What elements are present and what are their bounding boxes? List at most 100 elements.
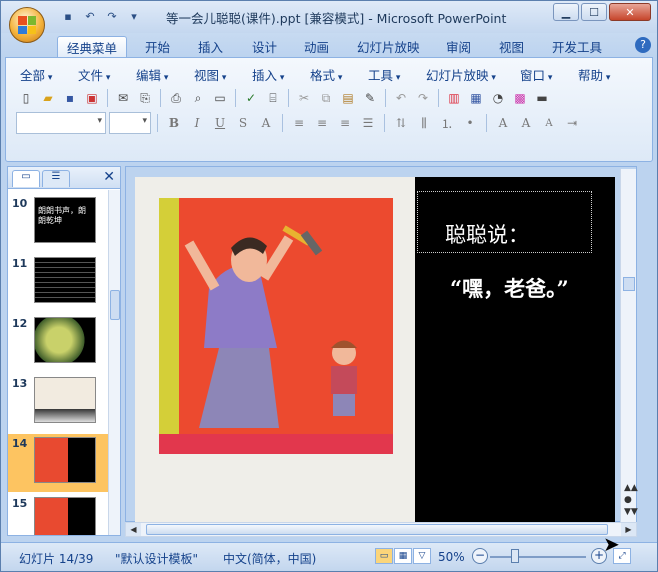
zoom-level[interactable]: 50%: [438, 550, 465, 564]
align-center-icon[interactable]: ≡: [312, 113, 332, 133]
select-browse-icon[interactable]: ●: [624, 495, 632, 505]
scroll-left-icon[interactable]: ◀: [126, 523, 141, 536]
tab-view[interactable]: 视图: [490, 36, 533, 57]
publish-icon[interactable]: ⎘: [135, 88, 155, 108]
current-slide[interactable]: 聪聪说： “嘿，老爸。”: [135, 177, 615, 522]
language-indicator[interactable]: 中文(简体，中国): [223, 550, 316, 567]
horizontal-scroll-thumb[interactable]: [146, 524, 608, 535]
menu-help[interactable]: 帮助: [578, 65, 610, 84]
next-slide-icon[interactable]: ▼▼: [624, 507, 638, 517]
shapes-icon[interactable]: ◔: [488, 88, 508, 108]
indent-icon[interactable]: ⇥: [562, 113, 582, 133]
menu-insert[interactable]: 插入: [252, 65, 284, 84]
tab-review[interactable]: 审阅: [437, 36, 480, 57]
print-preview-icon[interactable]: ⌕: [188, 88, 208, 108]
email-icon[interactable]: ✉: [113, 88, 133, 108]
align-right-icon[interactable]: ≡: [335, 113, 355, 133]
slide-text-line2[interactable]: “嘿，老爸。”: [450, 273, 569, 303]
minimize-button[interactable]: ▁: [553, 3, 579, 21]
color-icon[interactable]: ▬: [532, 88, 552, 108]
italic-icon[interactable]: I: [187, 113, 207, 133]
shrink-font-icon[interactable]: A: [539, 113, 559, 133]
underline-icon[interactable]: U: [210, 113, 230, 133]
tab-classic-menu[interactable]: 经典菜单: [57, 36, 128, 57]
menu-format[interactable]: 格式: [310, 65, 342, 84]
horizontal-scrollbar[interactable]: ◀ ▶: [125, 522, 637, 537]
align-left-icon[interactable]: ≡: [289, 113, 309, 133]
zoom-slider[interactable]: [490, 556, 586, 558]
layout-icon[interactable]: ▭: [210, 88, 230, 108]
bullets-icon[interactable]: •: [460, 113, 480, 133]
slide-thumbnail[interactable]: 13: [8, 374, 108, 432]
tab-design[interactable]: 设计: [243, 36, 286, 57]
help-icon[interactable]: ?: [635, 37, 651, 53]
print-icon[interactable]: ⎙: [166, 88, 186, 108]
bold-icon[interactable]: B: [164, 113, 184, 133]
tab-insert[interactable]: 插入: [189, 36, 232, 57]
undo-icon[interactable]: ↶: [391, 88, 411, 108]
vertical-scroll-thumb[interactable]: [623, 277, 635, 291]
char-spacing-icon[interactable]: A: [256, 113, 276, 133]
chart-icon[interactable]: ▥: [444, 88, 464, 108]
menu-window[interactable]: 窗口: [520, 65, 552, 84]
research-icon[interactable]: ⌸: [263, 88, 283, 108]
undo-icon[interactable]: ↶: [81, 8, 99, 24]
panel-scroll-thumb[interactable]: [110, 290, 120, 320]
slideshow-view-icon[interactable]: ▽: [413, 548, 431, 564]
office-button[interactable]: [9, 7, 45, 43]
tab-slideshow[interactable]: 幻灯片放映: [348, 36, 429, 57]
tab-outline[interactable]: ☰: [42, 170, 70, 187]
design-template-name[interactable]: "默认设计模板": [115, 550, 198, 567]
menu-tools[interactable]: 工具: [368, 65, 400, 84]
permission-icon[interactable]: ▣: [82, 88, 102, 108]
justify-icon[interactable]: ☰: [358, 113, 378, 133]
columns-icon[interactable]: ⫼: [414, 113, 434, 133]
open-icon[interactable]: ▰: [38, 88, 58, 108]
menu-view[interactable]: 视图: [194, 65, 226, 84]
spelling-icon[interactable]: ✓: [241, 88, 261, 108]
save-icon[interactable]: ▪: [60, 88, 80, 108]
menu-file[interactable]: 文件: [78, 65, 110, 84]
slide-thumbnail[interactable]: 11: [8, 254, 108, 312]
panel-scrollbar[interactable]: [108, 190, 120, 535]
slide-thumbnail[interactable]: 10 朗朗书声，朗朗乾坤: [8, 194, 108, 252]
tab-slides[interactable]: ▭: [12, 170, 40, 187]
maximize-button[interactable]: ☐: [581, 3, 607, 21]
slide-thumbnail[interactable]: 15: [8, 494, 108, 535]
cut-icon[interactable]: ✂: [294, 88, 314, 108]
slide-thumbnail-selected[interactable]: 14: [8, 434, 108, 492]
format-painter-icon[interactable]: ✎: [360, 88, 380, 108]
slide-sorter-icon[interactable]: ▦: [394, 548, 412, 564]
scroll-right-icon[interactable]: ▶: [621, 523, 636, 536]
previous-slide-icon[interactable]: ▲▲: [624, 483, 638, 493]
text-direction-icon[interactable]: ⇅: [391, 113, 411, 133]
zoom-out-icon[interactable]: −: [472, 548, 488, 564]
copy-icon[interactable]: ⧉: [316, 88, 336, 108]
shadow-icon[interactable]: S: [233, 113, 253, 133]
menu-edit[interactable]: 编辑: [136, 65, 168, 84]
panel-close-icon[interactable]: ✕: [103, 169, 115, 185]
picture-icon[interactable]: ▩: [510, 88, 530, 108]
tab-developer[interactable]: 开发工具: [543, 36, 611, 57]
tab-home[interactable]: 开始: [136, 36, 179, 57]
close-button[interactable]: ✕: [609, 3, 651, 21]
redo-icon[interactable]: ↷: [413, 88, 433, 108]
grow-font-icon[interactable]: A: [516, 113, 536, 133]
font-color-icon[interactable]: A: [493, 113, 513, 133]
zoom-slider-knob[interactable]: [511, 549, 519, 563]
font-name-combo[interactable]: [16, 112, 106, 134]
slide-thumbnail[interactable]: 12: [8, 314, 108, 372]
menu-all[interactable]: 全部: [20, 65, 52, 84]
redo-icon[interactable]: ↷: [103, 8, 121, 24]
slide-text-line1[interactable]: 聪聪说：: [445, 219, 529, 249]
save-icon[interactable]: ▪: [59, 8, 77, 24]
vertical-scrollbar[interactable]: ▲▲ ● ▼▼: [620, 169, 638, 523]
paste-icon[interactable]: ▤: [338, 88, 358, 108]
numbering-icon[interactable]: ⒈: [437, 113, 457, 133]
font-size-combo[interactable]: [109, 112, 151, 134]
table-icon[interactable]: ▦: [466, 88, 486, 108]
tab-animation[interactable]: 动画: [295, 36, 338, 57]
qat-dropdown-icon[interactable]: ▾: [125, 8, 143, 24]
menu-slideshow[interactable]: 幻灯片放映: [426, 65, 496, 84]
normal-view-icon[interactable]: ▭: [375, 548, 393, 564]
